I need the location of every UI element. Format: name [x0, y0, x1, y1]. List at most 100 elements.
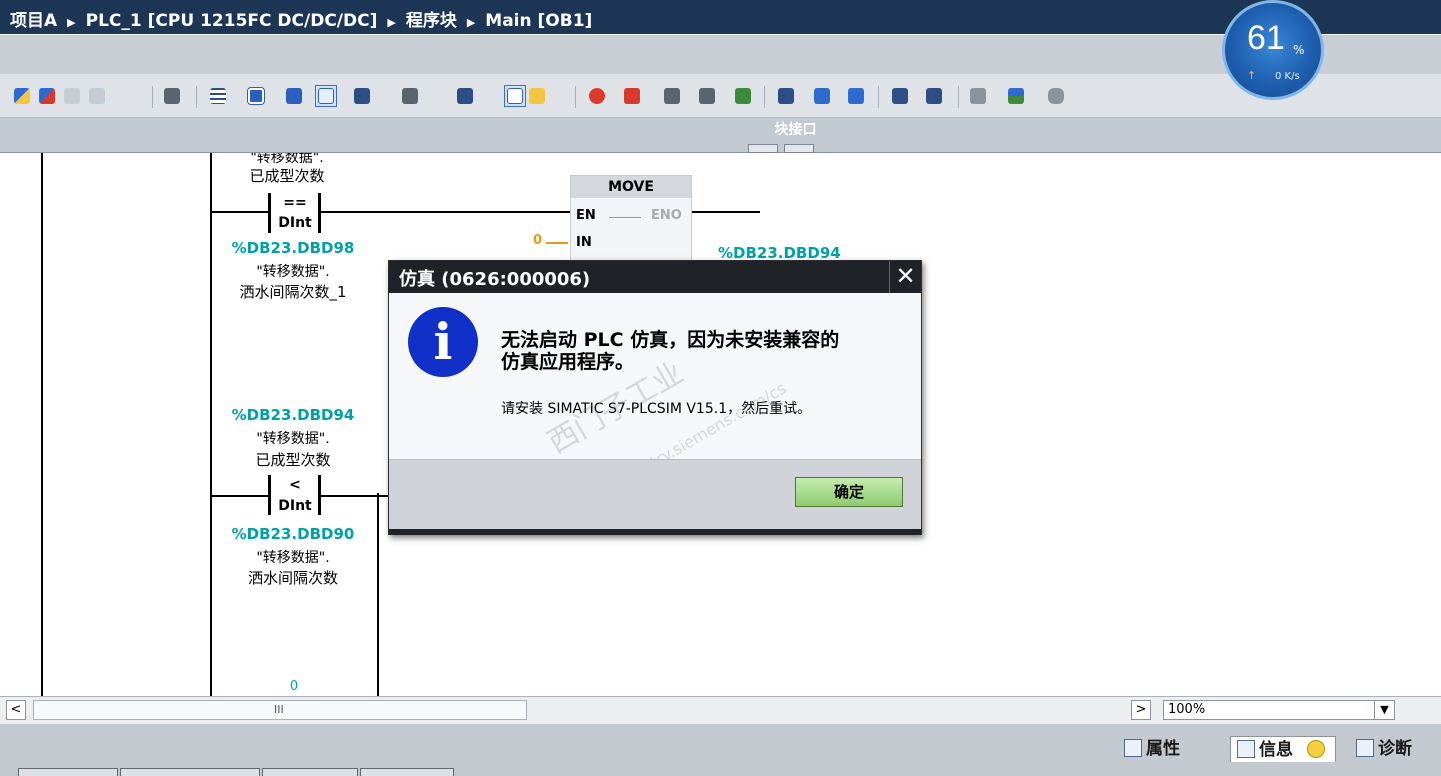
crumb-project[interactable]: 项目A	[10, 11, 57, 31]
wire	[321, 495, 389, 497]
collapse-down-icon[interactable]	[784, 144, 814, 153]
operand-view-icon[interactable]	[352, 86, 372, 106]
crumb-main-ob1[interactable]: Main [OB1]	[485, 11, 592, 31]
simulation-error-dialog: 仿真 (0626:000006) ✕ i 无法启动 PLC 仿真，因为未安装兼容…	[388, 260, 922, 535]
operand-address[interactable]: %DB23.DBD98	[222, 239, 364, 257]
net-speed: 0 K/s	[1275, 71, 1300, 82]
cross-ref-icon[interactable]	[697, 86, 717, 106]
toolbar-divider	[764, 86, 765, 108]
dialog-bottom-edge	[389, 529, 921, 535]
favorites-icon[interactable]	[527, 86, 547, 106]
online-icon[interactable]	[968, 86, 988, 106]
resource-monitor-widget[interactable]: 61 % ↑ 0 K/s	[1222, 0, 1324, 100]
dialog-message-line2: 仿真应用程序。	[501, 351, 635, 373]
tab-info[interactable]: 信息	[1230, 736, 1336, 762]
label-icon[interactable]	[812, 86, 832, 106]
info-badge-icon	[1306, 740, 1325, 758]
block-interface-label: 块接口	[774, 122, 817, 138]
compare-operator[interactable]: ==	[272, 195, 318, 211]
ladder-icon[interactable]	[846, 86, 866, 106]
absolute-operand-icon[interactable]	[504, 85, 526, 107]
ladder-toolbar	[0, 74, 1441, 118]
info-tab-icon	[1237, 740, 1255, 758]
compare-operator[interactable]: <	[272, 477, 318, 493]
list-view-icon[interactable]	[208, 86, 228, 106]
contact-bar	[318, 193, 321, 233]
append-row-icon[interactable]	[87, 86, 107, 106]
branch-icon[interactable]	[162, 86, 182, 106]
chevron-down-icon[interactable]: ▼	[1374, 701, 1394, 719]
tab-diagnostics[interactable]: 诊断	[1356, 736, 1412, 762]
table-view-icon[interactable]	[246, 86, 266, 106]
ok-button[interactable]: 确定	[795, 477, 903, 507]
scroll-left-button[interactable]: <	[6, 700, 26, 720]
move-box[interactable]: MOVE EN ENO IN	[570, 175, 692, 265]
operand-db-label: "转移数据".	[256, 550, 330, 566]
block-interface-bar[interactable]: 块接口	[0, 118, 1441, 144]
crumb-plc[interactable]: PLC_1 [CPU 1215FC DC/DC/DC]	[86, 11, 378, 31]
insert-row-icon[interactable]	[62, 86, 82, 106]
prev-network-icon[interactable]	[890, 86, 910, 106]
dialog-title: 仿真 (0626:000006)	[389, 261, 921, 293]
chevron-right-icon: ▶	[387, 16, 396, 29]
next-network-icon[interactable]	[924, 86, 944, 106]
monitor-off-icon[interactable]	[587, 86, 607, 106]
compare-icon[interactable]	[662, 86, 682, 106]
bottom-value[interactable]: 0	[284, 679, 304, 694]
dialog-footer: 确定	[389, 459, 921, 529]
download-icon[interactable]	[733, 86, 753, 106]
wire	[210, 211, 268, 213]
wire	[692, 211, 760, 213]
zoom-select[interactable]: 100% ▼	[1163, 700, 1395, 720]
scroll-right-button[interactable]: >	[1131, 700, 1151, 720]
power-rail-left	[41, 153, 43, 696]
expand-up-icon[interactable]	[748, 144, 778, 153]
eno-pin: ENO	[651, 208, 682, 223]
symbol-view-icon[interactable]	[400, 86, 420, 106]
interface-splitter[interactable]	[0, 144, 1441, 153]
insert-network-icon[interactable]	[12, 86, 32, 106]
operand-db-label: "转移数据".	[256, 264, 330, 280]
operand-address[interactable]: %DB23.DBD90	[222, 525, 364, 543]
operand-address[interactable]: %DB23.DBD94	[222, 406, 364, 424]
scroll-grip[interactable]: III	[274, 703, 284, 716]
toolbar-divider	[958, 86, 959, 108]
operand-name: 洒水间隔次数	[247, 569, 338, 587]
tab-properties[interactable]: 属性	[1124, 736, 1180, 762]
wire	[321, 211, 571, 213]
upload-arrow-icon: ↑	[1247, 69, 1257, 82]
bottom-tab[interactable]	[120, 768, 260, 776]
comment-toggle-icon[interactable]	[315, 85, 337, 107]
database-icon[interactable]	[1046, 86, 1066, 106]
dialog-message-line1: 无法启动 PLC 仿真，因为未安装兼容的	[501, 329, 840, 351]
delete-network-icon[interactable]	[37, 86, 57, 106]
bottom-tab[interactable]	[360, 768, 454, 776]
toolbar-divider	[878, 86, 879, 108]
properties-icon	[1124, 739, 1142, 757]
address-view-icon[interactable]	[455, 86, 475, 106]
close-icon[interactable]: ✕	[889, 261, 921, 293]
bottom-tab[interactable]	[262, 768, 358, 776]
horizontal-scrollbar[interactable]: < III > 100% ▼	[0, 696, 1441, 722]
crumb-program-blocks[interactable]: 程序块	[406, 11, 457, 31]
simulate-icon[interactable]	[1006, 86, 1026, 106]
wire	[609, 217, 641, 218]
in-value[interactable]: 0	[533, 233, 542, 248]
in-pin: IN	[576, 235, 592, 250]
move-title: MOVE	[571, 176, 691, 198]
compare-type[interactable]: DInt	[272, 215, 318, 231]
en-pin: EN	[576, 208, 596, 223]
toolbar-divider	[196, 86, 197, 108]
cpu-percent: 61	[1247, 19, 1285, 57]
jump-icon[interactable]	[776, 86, 796, 106]
tab-info-label: 信息	[1259, 740, 1293, 760]
network-view-icon[interactable]	[284, 86, 304, 106]
chevron-right-icon: ▶	[466, 16, 476, 29]
goto-icon[interactable]	[622, 86, 642, 106]
cpu-unit: %	[1293, 43, 1305, 57]
bottom-tab[interactable]	[18, 768, 118, 776]
scroll-track[interactable]: III	[33, 700, 527, 720]
operand-name: 已成型次数	[249, 167, 325, 185]
dialog-message: 无法启动 PLC 仿真，因为未安装兼容的 仿真应用程序。	[501, 329, 901, 373]
compare-type[interactable]: DInt	[272, 498, 318, 514]
